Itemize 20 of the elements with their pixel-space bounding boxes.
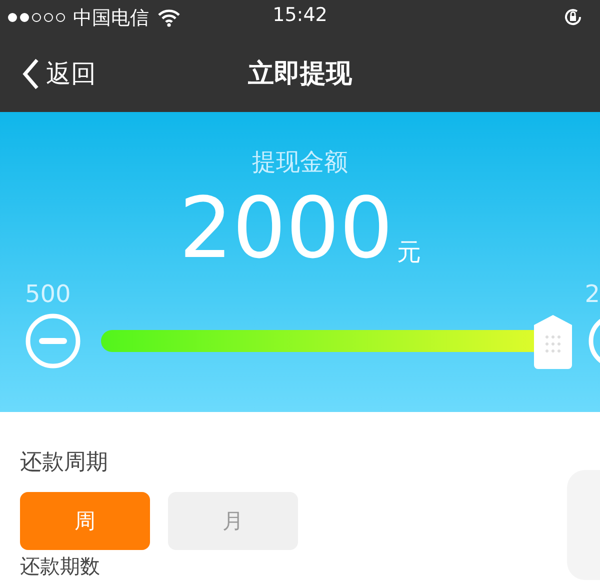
status-time: 15:42 <box>272 4 328 26</box>
amount-label: 提现金额 <box>252 147 348 178</box>
page-title: 立即提现 <box>248 58 352 91</box>
back-button[interactable]: 返回 <box>22 57 96 90</box>
section-label: 还款周期 <box>20 449 109 477</box>
carrier-name: 中国电信 <box>73 6 149 30</box>
cycle-option[interactable]: 周 <box>20 492 150 550</box>
section-label: 还款期数 <box>20 554 101 578</box>
amount-slider[interactable] <box>101 313 572 369</box>
max-amount: 2 <box>584 280 600 308</box>
minus-button[interactable] <box>25 313 81 369</box>
amount-unit: 元 <box>396 237 421 268</box>
cycle-option[interactable]: 月 <box>168 492 298 550</box>
signal-icon <box>8 13 65 22</box>
chevron-left-icon <box>22 58 40 90</box>
rotation-lock-icon <box>562 6 584 28</box>
amount-value: 2000 <box>179 180 393 276</box>
wifi-icon <box>157 8 181 26</box>
slider-thumb[interactable] <box>534 313 572 369</box>
min-amount: 500 <box>25 280 71 308</box>
